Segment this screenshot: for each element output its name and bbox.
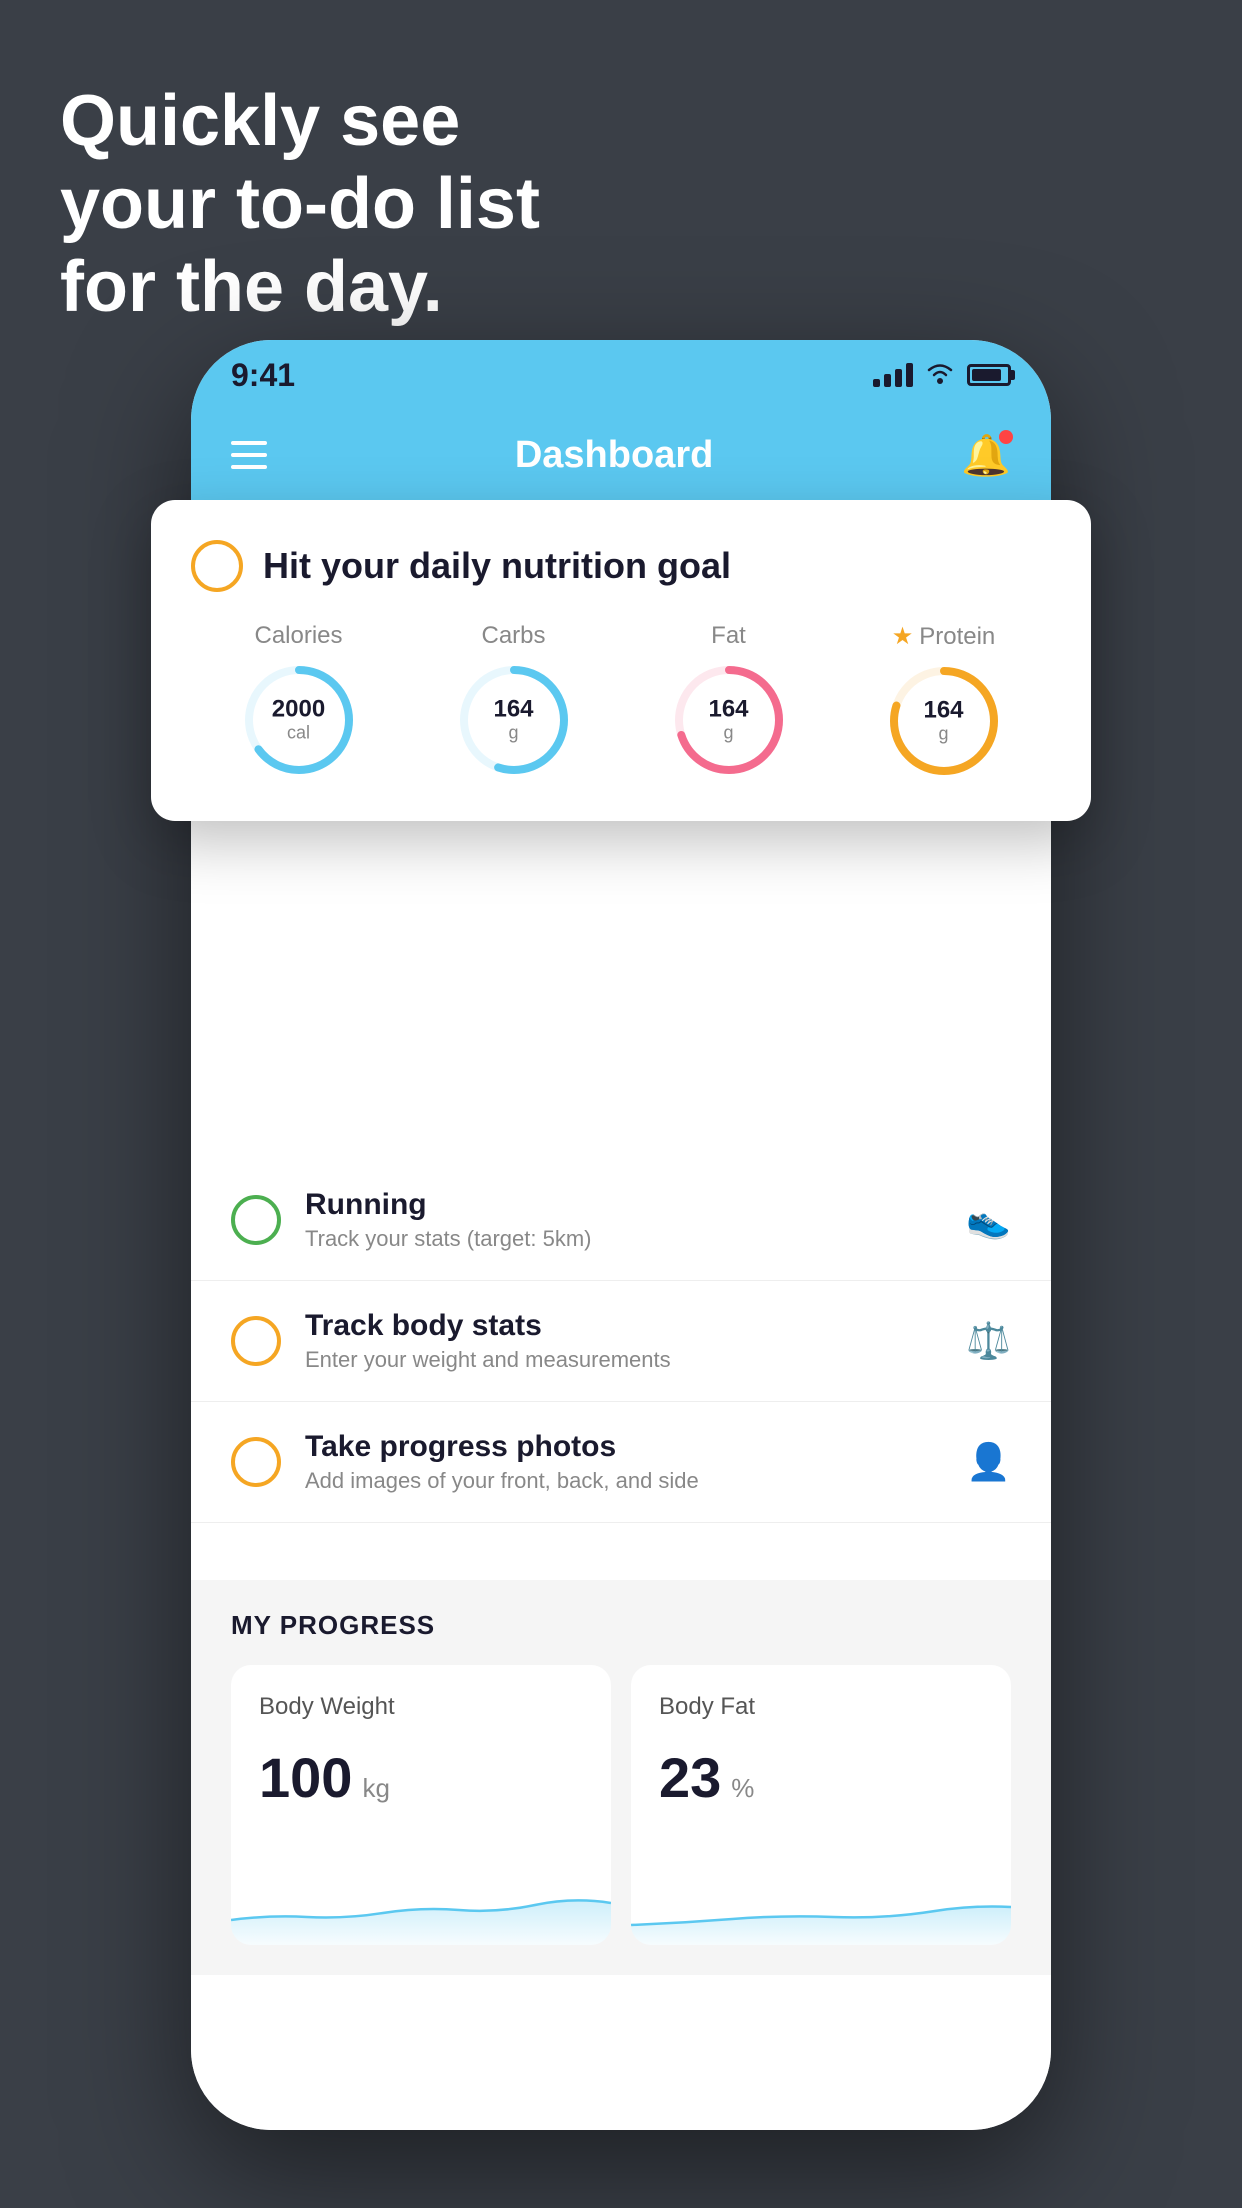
macro-protein-ring: 164 g <box>884 661 1004 781</box>
headline: Quickly see your to-do list for the day. <box>60 80 540 328</box>
body-weight-value: 100 <box>259 1745 352 1810</box>
progress-photos-icon: 👤 <box>966 1441 1011 1483</box>
macro-calories-ring: 2000 cal <box>239 660 359 780</box>
fat-unit: g <box>723 723 733 743</box>
todo-text-running: Running Track your stats (target: 5km) <box>305 1188 942 1252</box>
protein-unit: g <box>938 724 948 744</box>
macro-calories: Calories 2000 cal <box>239 622 359 780</box>
notification-button[interactable]: 🔔 <box>961 432 1011 479</box>
macro-fat-label: Fat <box>711 622 746 650</box>
macro-protein: ★ Protein 164 g <box>884 622 1004 781</box>
body-weight-card[interactable]: Body Weight 100 kg <box>231 1665 611 1945</box>
todo-list: Running Track your stats (target: 5km) 👟… <box>191 1160 1051 1523</box>
wifi-icon <box>925 360 955 391</box>
nutrition-card: Hit your daily nutrition goal Calories 2… <box>151 500 1091 821</box>
todo-text-body-stats: Track body stats Enter your weight and m… <box>305 1309 942 1373</box>
carbs-value: 164 <box>493 696 533 722</box>
fat-value: 164 <box>708 696 748 722</box>
todo-circle-progress-photos <box>231 1437 281 1487</box>
progress-title: MY PROGRESS <box>231 1610 1011 1641</box>
macro-carbs: Carbs 164 g <box>454 622 574 780</box>
body-weight-unit: kg <box>362 1773 389 1804</box>
carbs-unit: g <box>508 723 518 743</box>
macro-carbs-ring: 164 g <box>454 660 574 780</box>
todo-name-progress-photos: Take progress photos <box>305 1430 942 1464</box>
progress-section: MY PROGRESS Body Weight 100 kg <box>191 1580 1051 1975</box>
todo-circle-running <box>231 1195 281 1245</box>
body-fat-chart <box>631 1875 1011 1945</box>
macro-fat-ring: 164 g <box>669 660 789 780</box>
body-fat-title: Body Fat <box>659 1693 983 1721</box>
nav-bar: Dashboard 🔔 <box>191 410 1051 500</box>
signal-icon <box>873 363 913 387</box>
status-bar: 9:41 <box>191 340 1051 410</box>
todo-desc-body-stats: Enter your weight and measurements <box>305 1347 942 1373</box>
todo-desc-running: Track your stats (target: 5km) <box>305 1226 942 1252</box>
body-fat-value: 23 <box>659 1745 721 1810</box>
macro-protein-label: ★ Protein <box>892 622 996 651</box>
todo-item-body-stats[interactable]: Track body stats Enter your weight and m… <box>191 1281 1051 1402</box>
battery-icon <box>967 364 1011 386</box>
todo-desc-progress-photos: Add images of your front, back, and side <box>305 1468 942 1494</box>
status-time: 9:41 <box>231 357 295 394</box>
calories-unit: cal <box>287 723 310 743</box>
todo-name-body-stats: Track body stats <box>305 1309 942 1343</box>
macro-calories-label: Calories <box>254 622 342 650</box>
body-fat-unit: % <box>731 1773 754 1804</box>
body-weight-title: Body Weight <box>259 1693 583 1721</box>
protein-value: 164 <box>923 697 963 723</box>
todo-name-running: Running <box>305 1188 942 1222</box>
body-weight-value-row: 100 kg <box>259 1745 583 1810</box>
protein-star-icon: ★ <box>892 622 914 651</box>
todo-text-progress-photos: Take progress photos Add images of your … <box>305 1430 942 1494</box>
macro-carbs-label: Carbs <box>481 622 545 650</box>
macro-fat: Fat 164 g <box>669 622 789 780</box>
calories-value: 2000 <box>272 696 325 722</box>
body-fat-card[interactable]: Body Fat 23 % <box>631 1665 1011 1945</box>
nutrition-circle-check <box>191 540 243 592</box>
body-fat-value-row: 23 % <box>659 1745 983 1810</box>
macros-row: Calories 2000 cal Carbs <box>191 622 1051 781</box>
todo-item-running[interactable]: Running Track your stats (target: 5km) 👟 <box>191 1160 1051 1281</box>
menu-button[interactable] <box>231 441 267 469</box>
body-weight-chart <box>231 1875 611 1945</box>
body-stats-icon: ⚖️ <box>966 1320 1011 1362</box>
running-icon: 👟 <box>966 1199 1011 1241</box>
todo-item-progress-photos[interactable]: Take progress photos Add images of your … <box>191 1402 1051 1523</box>
nav-title: Dashboard <box>515 434 713 477</box>
status-icons <box>873 360 1011 391</box>
progress-cards: Body Weight 100 kg <box>231 1665 1011 1945</box>
nutrition-card-title: Hit your daily nutrition goal <box>263 545 731 587</box>
todo-circle-body-stats <box>231 1316 281 1366</box>
notification-dot <box>999 430 1013 444</box>
card-title-row: Hit your daily nutrition goal <box>191 540 1051 592</box>
